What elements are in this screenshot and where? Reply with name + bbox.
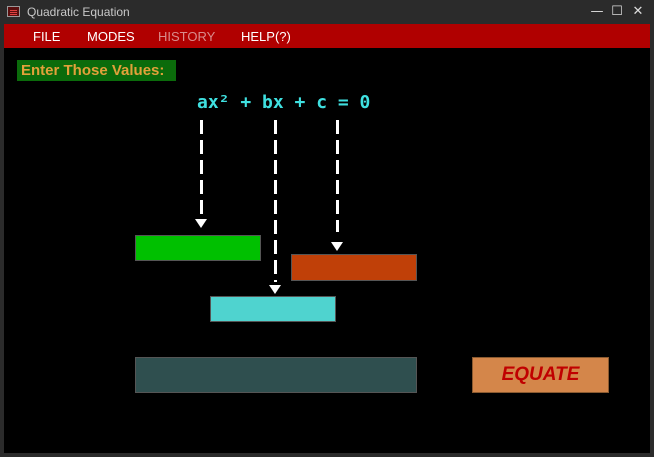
coefficient-a-input[interactable]	[135, 235, 261, 261]
coefficient-b-input[interactable]	[210, 296, 336, 322]
equation-label: ax² + bx + c = 0	[197, 92, 371, 113]
menu-file[interactable]: FILE	[33, 29, 60, 44]
title-bar: Quadratic Equation — ☐ ✕	[0, 0, 654, 24]
close-icon[interactable]: ✕	[630, 4, 646, 20]
guide-line-c	[336, 120, 339, 232]
coefficient-c-input[interactable]	[291, 254, 417, 281]
menu-help[interactable]: HELP(?)	[241, 29, 291, 44]
menu-history[interactable]: HISTORY	[158, 29, 215, 44]
menu-bar: FILE MODES HISTORY HELP(?)	[4, 24, 650, 48]
main-canvas: Enter Those Values: ax² + bx + c = 0 EQU…	[4, 48, 650, 453]
result-display	[135, 357, 417, 393]
maximize-icon[interactable]: ☐	[609, 4, 625, 20]
equate-button[interactable]: EQUATE	[472, 357, 609, 393]
arrow-down-icon-b	[269, 285, 281, 294]
window-title: Quadratic Equation	[27, 5, 130, 19]
menu-modes[interactable]: MODES	[87, 29, 135, 44]
app-icon	[7, 6, 20, 17]
guide-line-b	[274, 120, 277, 282]
arrow-down-icon-a	[195, 219, 207, 228]
minimize-icon[interactable]: —	[589, 4, 605, 20]
guide-line-a	[200, 120, 203, 214]
prompt-label: Enter Those Values:	[17, 60, 176, 81]
arrow-down-icon-c	[331, 242, 343, 251]
